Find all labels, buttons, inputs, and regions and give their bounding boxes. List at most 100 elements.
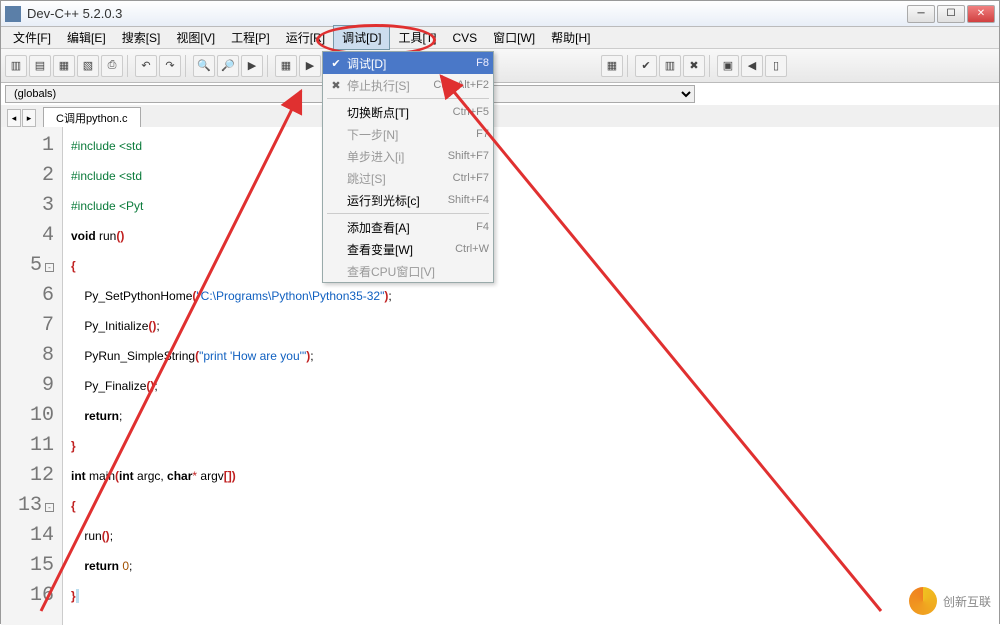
menu-item-下一步: 下一步[N]F7 bbox=[323, 123, 493, 145]
bookmark-icon[interactable]: ▯ bbox=[765, 55, 787, 77]
menu-item-label: 单步进入[i] bbox=[345, 148, 448, 165]
menu-item-label: 切换断点[T] bbox=[345, 104, 453, 121]
watermark: 创新互联 bbox=[909, 587, 991, 615]
menu-item-label: 停止执行[S] bbox=[345, 77, 433, 94]
window-controls: ─ ☐ ✕ bbox=[907, 5, 995, 23]
check-icon[interactable]: ✔ bbox=[635, 55, 657, 77]
menu-item-调试[interactable]: ✔调试[D]F8 bbox=[323, 52, 493, 74]
menu-separator bbox=[327, 213, 489, 214]
minimize-button[interactable]: ─ bbox=[907, 5, 935, 23]
menu-item-shortcut: Shift+F7 bbox=[448, 150, 489, 162]
line-number: 3 bbox=[1, 191, 54, 221]
menu-item-跳过: 跳过[S]Ctrl+F7 bbox=[323, 167, 493, 189]
run-icon[interactable]: ▶ bbox=[299, 55, 321, 77]
menu-帮助[interactable]: 帮助[H] bbox=[543, 26, 598, 49]
goto-icon[interactable]: ▣ bbox=[717, 55, 739, 77]
menu-item-运行到光标[interactable]: 运行到光标[c]Shift+F4 bbox=[323, 189, 493, 211]
tab-next-button[interactable]: ▸ bbox=[22, 109, 36, 127]
menu-item-label: 下一步[N] bbox=[345, 126, 476, 143]
line-number: 10 bbox=[1, 401, 54, 431]
line-gutter: 12345-678910111213-141516 bbox=[1, 127, 63, 625]
menubar: 文件[F]编辑[E]搜索[S]视图[V]工程[P]运行[R]调试[D]工具[T]… bbox=[1, 27, 999, 49]
code-editor[interactable]: 12345-678910111213-141516 #include <std#… bbox=[1, 127, 999, 625]
line-number: 7 bbox=[1, 311, 54, 341]
line-number: 11 bbox=[1, 431, 54, 461]
menu-item-查看变量[interactable]: 查看变量[W]Ctrl+W bbox=[323, 238, 493, 260]
undo-icon[interactable]: ↶ bbox=[135, 55, 157, 77]
menu-item-切换断点[interactable]: 切换断点[T]Ctrl+F5 bbox=[323, 101, 493, 123]
separator bbox=[127, 55, 131, 77]
separator bbox=[627, 55, 631, 77]
window-title: Dev-C++ 5.2.0.3 bbox=[27, 6, 907, 21]
code-line[interactable]: Py_SetPythonHome("C:\Programs\Python\Pyt… bbox=[71, 281, 392, 311]
menu-视图[interactable]: 视图[V] bbox=[168, 26, 223, 49]
line-number: 2 bbox=[1, 161, 54, 191]
fold-icon[interactable]: - bbox=[45, 263, 54, 272]
code-line[interactable]: { bbox=[71, 491, 392, 521]
code-line[interactable]: } bbox=[71, 581, 392, 611]
menu-CVS[interactable]: CVS bbox=[444, 28, 485, 48]
line-number: 15 bbox=[1, 551, 54, 581]
compile-icon[interactable]: ▦ bbox=[275, 55, 297, 77]
menu-item-shortcut: F7 bbox=[476, 128, 489, 140]
find-icon[interactable]: 🔍 bbox=[193, 55, 215, 77]
menu-separator bbox=[327, 98, 489, 99]
titlebar: Dev-C++ 5.2.0.3 ─ ☐ ✕ bbox=[1, 1, 999, 27]
code-line[interactable]: return; bbox=[71, 401, 392, 431]
line-number: 4 bbox=[1, 221, 54, 251]
menu-item-shortcut: Ctrl+F5 bbox=[453, 106, 489, 118]
menu-窗口[interactable]: 窗口[W] bbox=[485, 26, 543, 49]
debug-menu-dropdown: ✔调试[D]F8✖停止执行[S]Ctrl+Alt+F2切换断点[T]Ctrl+F… bbox=[322, 51, 494, 283]
redo-icon[interactable]: ↷ bbox=[159, 55, 181, 77]
open-icon[interactable]: ▤ bbox=[29, 55, 51, 77]
findnext-icon[interactable]: ▶ bbox=[241, 55, 263, 77]
stop2-icon[interactable]: ✖ bbox=[683, 55, 705, 77]
menu-item-label: 查看变量[W] bbox=[345, 241, 455, 258]
new-file-icon[interactable]: ▥ bbox=[5, 55, 27, 77]
menu-item-label: 调试[D] bbox=[345, 55, 476, 72]
window-tile-icon[interactable]: ▦ bbox=[601, 55, 623, 77]
line-number: 5- bbox=[1, 251, 54, 281]
code-line[interactable]: PyRun_SimpleString("print 'How are you'"… bbox=[71, 341, 392, 371]
stats-icon[interactable]: ▥ bbox=[659, 55, 681, 77]
menu-item-停止执行: ✖停止执行[S]Ctrl+Alt+F2 bbox=[323, 74, 493, 96]
menu-工程[interactable]: 工程[P] bbox=[223, 26, 278, 49]
menu-item-icon: ✔ bbox=[327, 57, 345, 70]
line-number: 8 bbox=[1, 341, 54, 371]
tab-prev-button[interactable]: ◂ bbox=[7, 109, 21, 127]
menu-item-单步进入: 单步进入[i]Shift+F7 bbox=[323, 145, 493, 167]
print-icon[interactable]: ⎙ bbox=[101, 55, 123, 77]
fold-icon[interactable]: - bbox=[45, 503, 54, 512]
menu-文件[interactable]: 文件[F] bbox=[5, 26, 59, 49]
menu-item-添加查看[interactable]: 添加查看[A]F4 bbox=[323, 216, 493, 238]
toolbar: ▥ ▤ ▦ ▧ ⎙ ↶ ↷ 🔍 🔎 ▶ ▦ ▶ ▣ ↻ ✔ ✖ ▦ ✔ ▥ ✖ … bbox=[1, 49, 999, 83]
line-number: 6 bbox=[1, 281, 54, 311]
menu-item-shortcut: Ctrl+Alt+F2 bbox=[433, 79, 489, 91]
editor-tab[interactable]: C调用python.c bbox=[43, 107, 141, 127]
line-number: 9 bbox=[1, 371, 54, 401]
separator bbox=[185, 55, 189, 77]
maximize-button[interactable]: ☐ bbox=[937, 5, 965, 23]
code-line[interactable]: return 0; bbox=[71, 551, 392, 581]
save-icon[interactable]: ▦ bbox=[53, 55, 75, 77]
code-line[interactable]: } bbox=[71, 431, 392, 461]
save-all-icon[interactable]: ▧ bbox=[77, 55, 99, 77]
tabbar: ◂ ▸ C调用python.c bbox=[1, 105, 999, 127]
code-line[interactable]: run(); bbox=[71, 521, 392, 551]
back-icon[interactable]: ◀ bbox=[741, 55, 763, 77]
code-line[interactable]: Py_Finalize(); bbox=[71, 371, 392, 401]
code-line[interactable]: Py_Initialize(); bbox=[71, 311, 392, 341]
close-button[interactable]: ✕ bbox=[967, 5, 995, 23]
replace-icon[interactable]: 🔎 bbox=[217, 55, 239, 77]
menu-item-label: 跳过[S] bbox=[345, 170, 453, 187]
app-icon bbox=[5, 6, 21, 22]
menu-item-shortcut: Ctrl+W bbox=[455, 243, 489, 255]
menu-搜索[interactable]: 搜索[S] bbox=[114, 26, 169, 49]
code-line[interactable]: int main(int argc, char* argv[]) bbox=[71, 461, 392, 491]
menu-编辑[interactable]: 编辑[E] bbox=[59, 26, 114, 49]
menu-item-label: 添加查看[A] bbox=[345, 219, 476, 236]
menu-item-icon: ✖ bbox=[327, 79, 345, 92]
watermark-text: 创新互联 bbox=[943, 593, 991, 610]
line-number: 1 bbox=[1, 131, 54, 161]
menu-item-shortcut: Ctrl+F7 bbox=[453, 172, 489, 184]
